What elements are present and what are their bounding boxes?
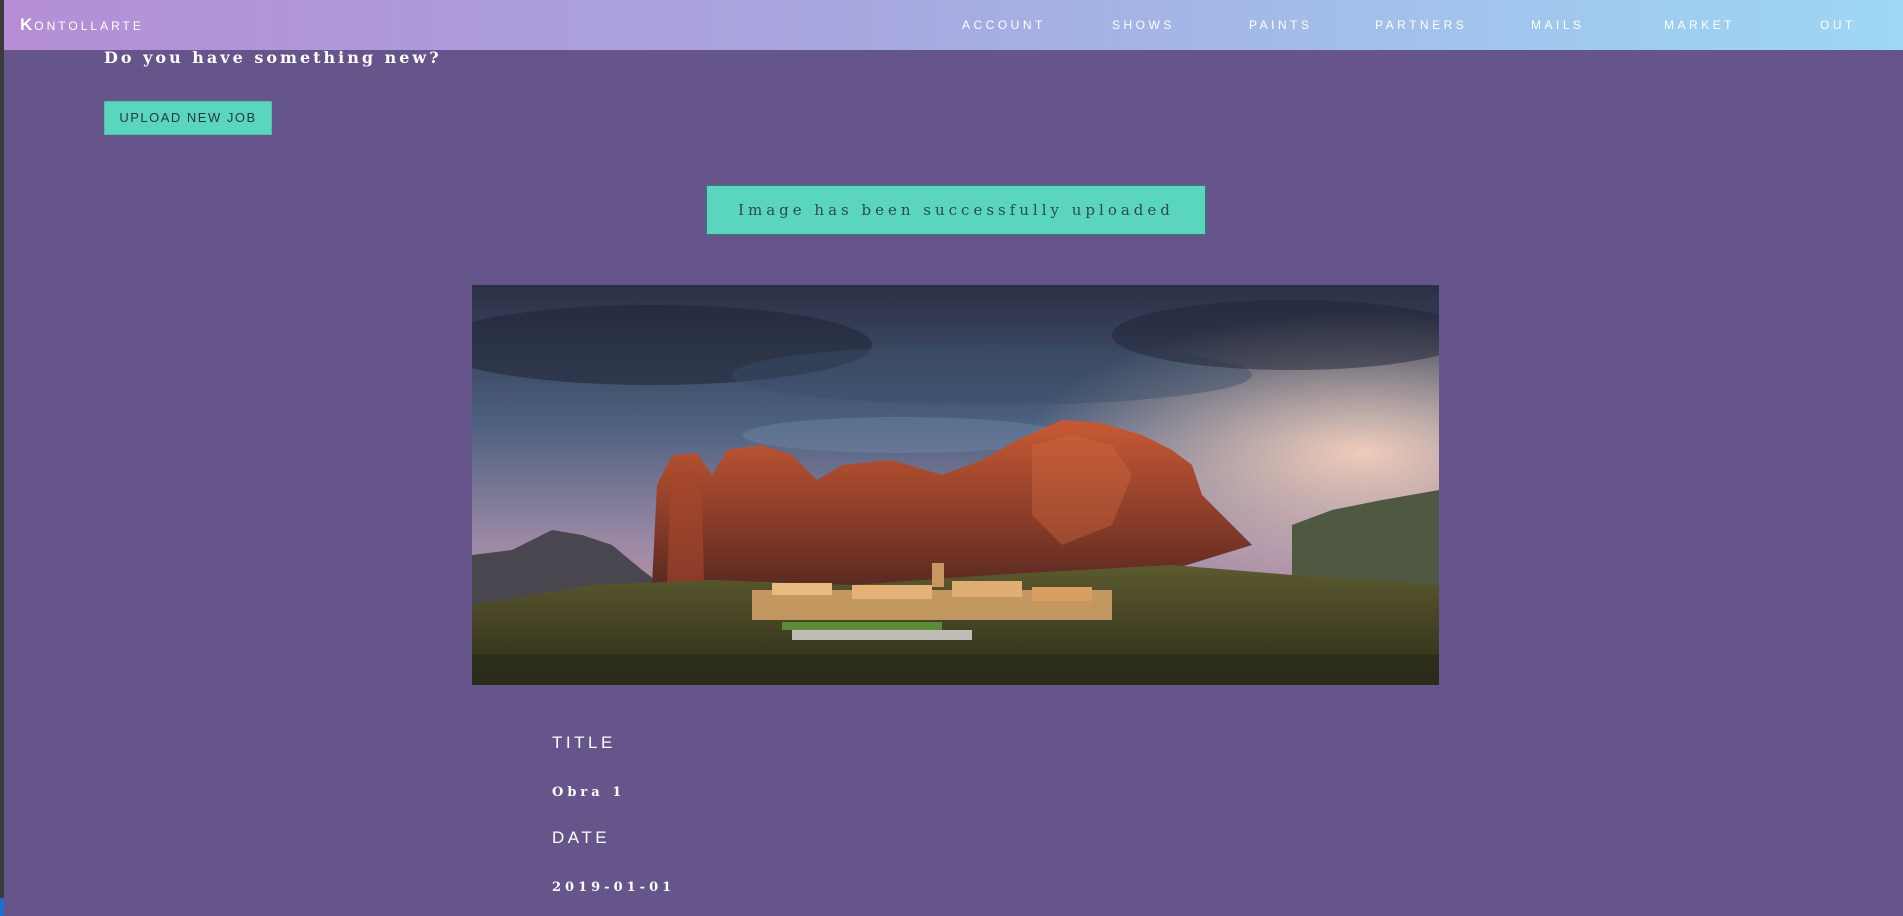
success-alert: Image has been successfully uploaded bbox=[706, 185, 1206, 235]
window-left-edge bbox=[0, 0, 4, 916]
nav-partners[interactable]: PARTNERS bbox=[1375, 0, 1467, 50]
title-label: TITLE bbox=[552, 733, 616, 752]
top-navbar: KONTOLLARTE ACCOUNT SHOWS PAINTS PARTNER… bbox=[4, 0, 1903, 50]
window-left-edge-marker bbox=[0, 898, 4, 916]
date-label: DATE bbox=[552, 828, 611, 847]
brand-logo[interactable]: KONTOLLARTE bbox=[20, 0, 144, 50]
upload-prompt: Do you have something new? bbox=[104, 48, 442, 67]
nav-out[interactable]: OUT bbox=[1820, 0, 1856, 50]
nav-market[interactable]: MARKET bbox=[1664, 0, 1735, 50]
date-value: 2019-01-01 bbox=[552, 880, 676, 895]
nav-mails[interactable]: MAILS bbox=[1531, 0, 1585, 50]
nav-account[interactable]: ACCOUNT bbox=[962, 0, 1046, 50]
title-value: Obra 1 bbox=[552, 785, 626, 800]
nav-paints[interactable]: PAINTS bbox=[1249, 0, 1312, 50]
brand-name-rest: ONTOLLARTE bbox=[34, 19, 144, 33]
upload-new-job-button[interactable]: UPLOAD NEW JOB bbox=[104, 101, 272, 135]
brand-first-letter: K bbox=[20, 15, 35, 34]
artwork-image bbox=[472, 285, 1439, 685]
nav-shows[interactable]: SHOWS bbox=[1112, 0, 1175, 50]
